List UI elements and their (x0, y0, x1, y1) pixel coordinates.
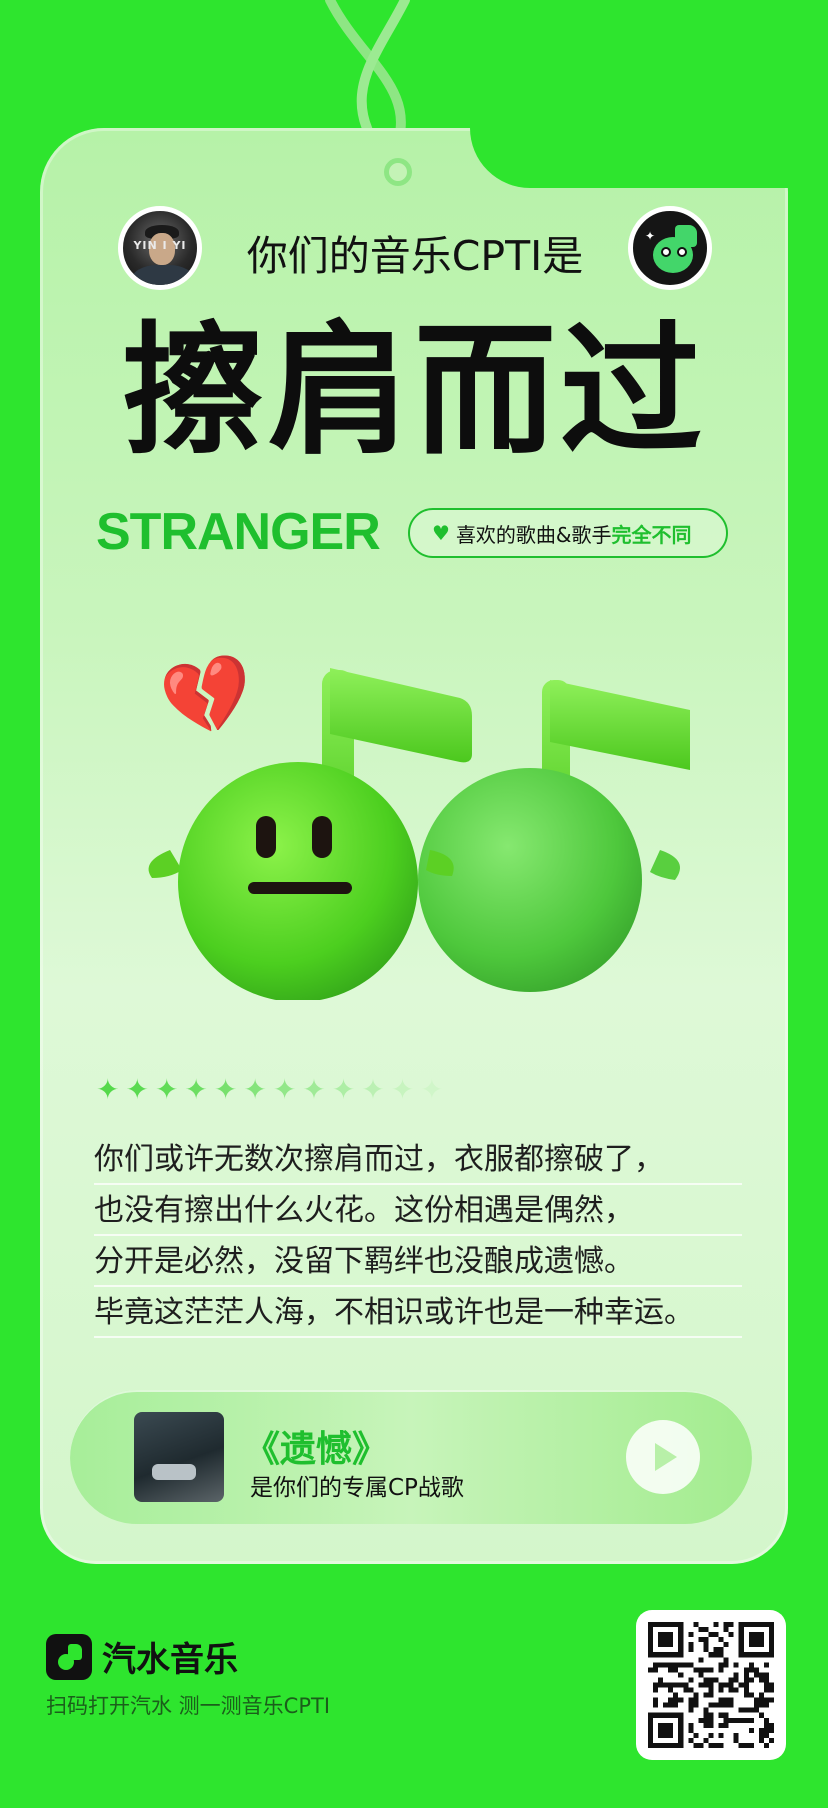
mascot-illustration: 💔 (130, 645, 702, 1002)
footer-hint: 扫码打开汽水 测一测音乐CPTI (46, 1694, 331, 1718)
sparkle-icon: ✦ (184, 1073, 208, 1106)
sparkle-icon: ✦ (243, 1073, 267, 1106)
user-avatar[interactable]: YIN I YI (118, 206, 202, 290)
header-title: 你们的音乐CPTI是 (246, 232, 584, 280)
sparkle-icon: ✦ (125, 1073, 149, 1106)
description-line: 也没有擦出什么火花。这份相遇是偶然， (94, 1185, 742, 1236)
mascot-icon (653, 237, 693, 273)
result-description: 你们或许无数次擦肩而过，衣服都擦破了， 也没有擦出什么火花。这份相遇是偶然， 分… (94, 1134, 742, 1338)
sparkle-divider: ✦ ✦ ✦ ✦ ✦ ✦ ✦ ✦ ✦ ✦ ✦ ✦ (96, 1076, 444, 1104)
result-tag-pill: ♥ 喜欢的歌曲&歌手 完全不同 (408, 508, 728, 558)
sparkle-icon: ✦ (390, 1073, 415, 1106)
description-line: 毕竟这茫茫人海，不相识或许也是一种幸运。 (94, 1287, 742, 1338)
sparkle-icon: ✦ (302, 1073, 326, 1106)
description-line: 分开是必然，没留下羁绊也没酿成遗憾。 (94, 1236, 742, 1287)
sparkle-icon: ✦ (96, 1073, 120, 1106)
song-player-bar[interactable]: 《遗憾》 是你们的专属CP战歌 (70, 1390, 752, 1524)
brand-logo-group: 汽水音乐 (46, 1632, 238, 1681)
cover-car-shape (152, 1464, 196, 1480)
sparkle-icon: ✦ (154, 1073, 179, 1106)
qr-code[interactable] (636, 1610, 786, 1760)
pill-text: 喜欢的歌曲&歌手 (455, 522, 612, 547)
sparkle-icon: ✦ (361, 1073, 385, 1106)
song-cover-image (134, 1412, 224, 1502)
brand-name: 汽水音乐 (102, 1640, 238, 1680)
description-line: 你们或许无数次擦肩而过，衣服都擦破了， (94, 1134, 742, 1185)
mascot-eye-right (677, 247, 687, 257)
heart-icon: ♥ (432, 521, 450, 545)
sparkle-icon: ✦ (420, 1073, 444, 1106)
mascot-eye-left (661, 247, 671, 257)
song-title: 《遗憾》 (244, 1429, 389, 1470)
sparkle-icon: ✦ (331, 1073, 356, 1106)
song-subtitle: 是你们的专属CP战歌 (250, 1475, 464, 1501)
avatar-tag: YIN I YI (133, 239, 187, 252)
result-title: 擦肩而过 (122, 309, 706, 474)
qr-code-image (648, 1622, 774, 1748)
sparkle-icon: ✦ (645, 229, 656, 243)
app-logo-icon (46, 1633, 92, 1680)
broken-heart-icon: 💔 (154, 645, 263, 749)
pill-highlight: 完全不同 (611, 522, 692, 547)
sparkle-icon: ✦ (272, 1073, 297, 1106)
card-hole (384, 158, 412, 186)
sparkle-icon: ✦ (213, 1073, 238, 1106)
card-notch (470, 128, 810, 188)
play-button[interactable] (626, 1420, 700, 1494)
card-header: YIN I YI 你们的音乐CPTI是 ✦ (118, 206, 712, 290)
play-icon (655, 1443, 677, 1471)
result-english: STRANGER (96, 503, 381, 561)
partner-avatar[interactable]: ✦ (628, 206, 712, 290)
avatar-shoulders (131, 265, 195, 285)
